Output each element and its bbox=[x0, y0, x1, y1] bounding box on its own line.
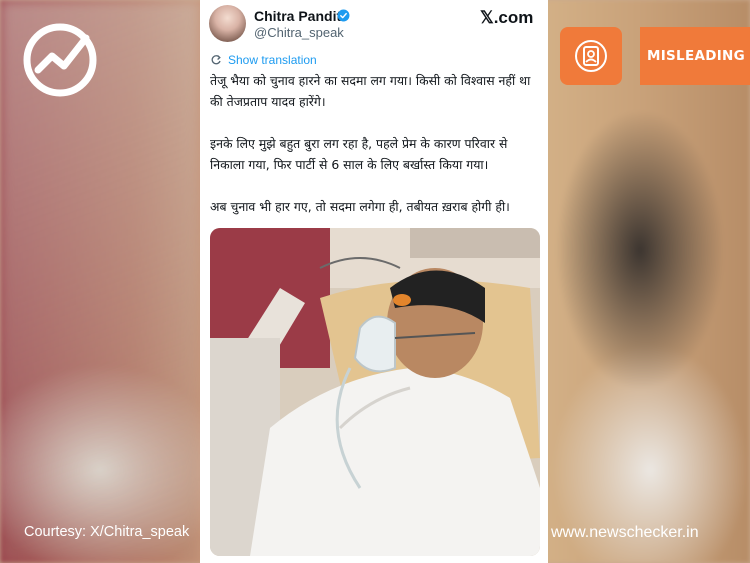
courtesy-caption: Courtesy: X/Chitra_speak bbox=[24, 524, 190, 540]
misleading-badge: MISLEADING bbox=[640, 27, 750, 85]
author-handle[interactable]: @Chitra_speak bbox=[254, 25, 344, 40]
show-translation-link[interactable]: Show translation bbox=[210, 53, 317, 67]
translate-icon bbox=[211, 55, 221, 65]
verified-icon bbox=[337, 9, 350, 22]
avatar[interactable] bbox=[209, 5, 246, 42]
author-name[interactable]: Chitra Pandit bbox=[254, 8, 341, 24]
hospital-bed-photo-icon bbox=[210, 228, 540, 556]
site-watermark: www.newschecker.in bbox=[551, 524, 699, 541]
tweet-paragraph-3: अब चुनाव भी हार गए, तो सदमा लगेगा ही, तब… bbox=[210, 199, 510, 214]
tweet-paragraph-1: तेजू भैया को चुनाव हारने का सदमा लग गया।… bbox=[210, 73, 531, 109]
document-icon bbox=[560, 27, 622, 85]
verdict-badge-group: MISLEADING bbox=[560, 27, 750, 85]
tweet-card: Chitra Pandit @Chitra_speak 𝕏.com Show t… bbox=[200, 0, 548, 563]
x-brand-label: 𝕏.com bbox=[480, 8, 534, 27]
newschecker-logo-icon bbox=[23, 23, 97, 97]
tweet-photo[interactable] bbox=[210, 228, 540, 556]
tweet-body: तेजू भैया को चुनाव हारने का सदमा लग गया।… bbox=[210, 70, 544, 238]
tweet-paragraph-2: इनके लिए मुझे बहुत बुरा लग रहा है, पहले … bbox=[210, 136, 508, 172]
show-translation-label: Show translation bbox=[228, 53, 317, 67]
